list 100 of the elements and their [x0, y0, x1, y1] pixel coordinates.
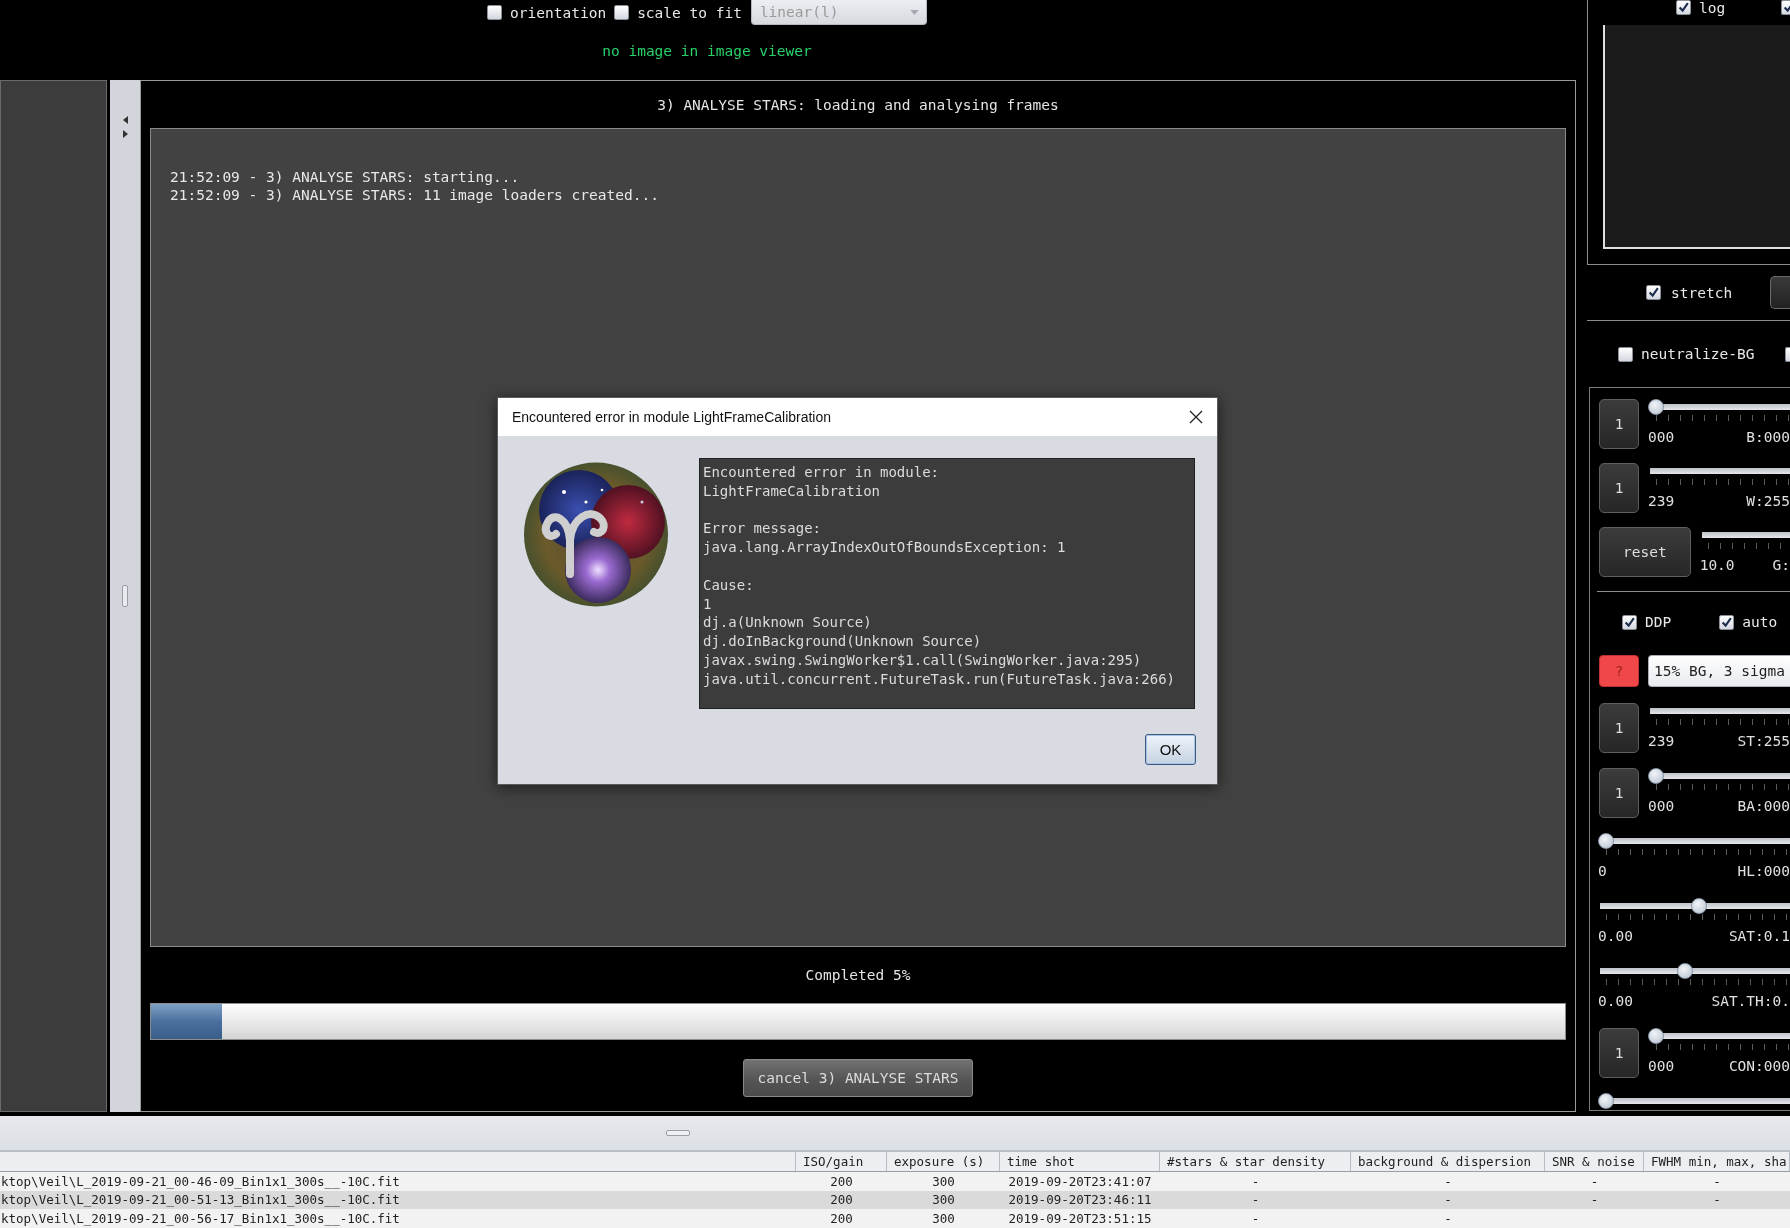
table-cell-text: -	[1250, 1210, 1261, 1228]
log-line: 21:52:09 - 3) ANALYSE STARS: starting...	[170, 168, 520, 186]
column-header[interactable]: FWHM min, max, sha	[1644, 1152, 1790, 1171]
checkbox-label[interactable]: orientation	[510, 4, 607, 21]
dropdown-arrow-icon	[909, 10, 919, 15]
close-icon	[1189, 410, 1203, 424]
table-row[interactable]: ktop\Veil\L_2019-09-21_00-56-17_Bin1x1_300s__-10C.fit 200 300 2019-09-20T23:51:15 - -	[0, 1209, 1790, 1228]
slider-value-label: W:255	[1746, 493, 1790, 509]
slider-thumb[interactable]	[1598, 1093, 1614, 1109]
table-row[interactable]: ktop\Veil\L_2019-09-21_00-46-09_Bin1x1_300s__-10C.fit 200 300 2019-09-20T23:41:07 - - - -	[0, 1172, 1790, 1191]
error-text: Cause: 1 dj.a(Unknown Source) dj.doInBackground(Unknown Source) javax.swing.SwingWorker$1.call(SwingWorker.java:295) java.util.concurrent.FutureTask.run(FutureTask.java:266)	[703, 575, 1175, 689]
table-cell-text: 2019-09-20T23:46:11	[1007, 1191, 1153, 1210]
error-text: Error message: java.lang.ArrayIndexOutOfBoundsException: 1	[703, 519, 1066, 557]
checkbox[interactable]	[1676, 0, 1691, 15]
slider-track[interactable]	[1598, 1093, 1790, 1110]
checkbox[interactable]	[1785, 346, 1790, 362]
task-title: 3) ANALYSE STARS: loading and analysing frames	[657, 96, 1059, 113]
checkbox-label[interactable]: log	[1699, 0, 1726, 16]
slider-value-label: B:000	[1746, 429, 1790, 445]
app-logo-icon	[524, 462, 668, 607]
slider-min-label: 0.00	[1598, 993, 1633, 1009]
table-cell-text: ktop\Veil\L_2019-09-21_00-56-17_Bin1x1_300s__-10C.fit	[0, 1210, 401, 1228]
table-cell-text: -	[1443, 1172, 1453, 1191]
slider-min-label: 0.00	[1598, 928, 1633, 944]
slider-thumb[interactable]	[1648, 1028, 1664, 1044]
table-cell-text: -	[1589, 1191, 1600, 1210]
table-cell-text: -	[1712, 1191, 1722, 1210]
checkbox[interactable]	[1622, 614, 1637, 630]
slider-min-label: 000	[1648, 798, 1675, 814]
slider-thumb[interactable]	[1598, 833, 1614, 849]
slider-value-label: BA:000	[1737, 798, 1790, 814]
cancel-button[interactable]: cancel 3) ANALYSE STARS	[742, 1059, 974, 1097]
table-cell-text: -	[1443, 1210, 1453, 1228]
table-cell-text: 300	[931, 1210, 956, 1228]
step-button[interactable]: 1	[1599, 1028, 1639, 1078]
progress-label: Completed 5%	[805, 967, 911, 983]
slider-value-label: G:	[1772, 557, 1790, 573]
checkbox[interactable]	[614, 5, 630, 20]
checkbox-label[interactable]: auto	[1742, 614, 1778, 630]
checkbox[interactable]	[1781, 0, 1790, 15]
column-header[interactable]: SNR & noise	[1545, 1152, 1644, 1171]
step-button[interactable]: reset	[1599, 527, 1691, 577]
slider-min-label: 239	[1648, 493, 1675, 509]
checkbox-label[interactable]: DDP	[1645, 614, 1672, 630]
table-cell-text: 200	[829, 1191, 854, 1210]
slider-thumb[interactable]	[1691, 898, 1708, 914]
slider-value-label: SAT.TH:0.	[1711, 993, 1790, 1009]
table-cell-text: -	[1250, 1191, 1261, 1210]
checkbox[interactable]	[487, 5, 503, 20]
checkbox[interactable]	[1618, 346, 1633, 362]
slider-min-label: 239	[1648, 733, 1675, 749]
ok-button[interactable]: OK	[1145, 734, 1196, 765]
close-button[interactable]	[1189, 410, 1203, 424]
table-cell-text: 2019-09-20T23:41:07	[1007, 1172, 1153, 1191]
checkbox-label[interactable]: scale to fit	[637, 4, 742, 21]
table-cell-text: 300	[931, 1191, 956, 1210]
checkbox-label[interactable]: neutralize-BG	[1641, 346, 1755, 362]
slider-thumb[interactable]	[1677, 963, 1694, 979]
table-cell-text: 200	[829, 1172, 854, 1191]
step-button[interactable]: 1	[1599, 463, 1639, 513]
column-header[interactable]: #stars & star density	[1160, 1152, 1351, 1171]
table-cell-text: 300	[931, 1172, 956, 1191]
dialog-title: Encountered error in module LightFrameCalibration	[512, 409, 832, 425]
left-arrow-icon[interactable]	[122, 116, 128, 124]
checkbox[interactable]	[1646, 285, 1661, 300]
table-cell-text: -	[1443, 1191, 1453, 1210]
table-cell-text: ktop\Veil\L_2019-09-21_00-46-09_Bin1x1_300s__-10C.fit	[0, 1172, 401, 1191]
step-button[interactable]: 1	[1599, 399, 1639, 449]
preset-field[interactable]: 15% BG, 3 sigma	[1648, 655, 1790, 687]
log-line: 21:52:09 - 3) ANALYSE STARS: 11 image loaders created...	[170, 186, 659, 204]
table-cell-text: -	[1712, 1172, 1722, 1191]
slider-min-label: 10.0	[1699, 557, 1735, 573]
table-cell-text: -	[1250, 1172, 1261, 1191]
checkbox[interactable]	[1719, 614, 1735, 630]
column-header[interactable]: background & dispersion	[1351, 1152, 1545, 1171]
table-cell-text: 2019-09-20T23:51:15	[1007, 1210, 1153, 1228]
slider-value-label: SAT:0.1	[1728, 928, 1790, 944]
step-button[interactable]: 1	[1599, 703, 1639, 753]
slider-min-label: 000	[1648, 1058, 1675, 1074]
table-cell-text: -	[1589, 1172, 1600, 1191]
checkbox-label[interactable]: stretch	[1671, 284, 1733, 301]
column-header[interactable]: time shot	[1000, 1152, 1160, 1171]
grip-handle-icon[interactable]	[666, 1130, 690, 1136]
slider-min-label: 000	[1648, 429, 1675, 445]
slider-thumb[interactable]	[1648, 399, 1664, 415]
side-button[interactable]	[1770, 276, 1790, 309]
table-cell-text: 200	[829, 1210, 854, 1228]
slider-value-label: HL:000	[1737, 863, 1790, 879]
step-button[interactable]: 1	[1599, 768, 1639, 818]
slider-min-label: 0	[1598, 863, 1607, 879]
slider-value-label: CON:000	[1728, 1058, 1790, 1074]
slider-value-label: ST:255	[1737, 733, 1790, 749]
column-header[interactable]: ISO/gain	[796, 1152, 887, 1171]
status-message: no image in image viewer	[602, 43, 812, 59]
right-arrow-icon[interactable]	[122, 130, 128, 138]
slider-thumb[interactable]	[1648, 768, 1664, 784]
error-text: Encountered error in module: LightFrameCalibration	[703, 463, 939, 501]
column-header[interactable]: exposure (s)	[887, 1152, 1000, 1171]
table-cell-text: ktop\Veil\L_2019-09-21_00-51-13_Bin1x1_300s__-10C.fit	[0, 1191, 401, 1210]
grip-handle-icon[interactable]	[122, 585, 128, 607]
